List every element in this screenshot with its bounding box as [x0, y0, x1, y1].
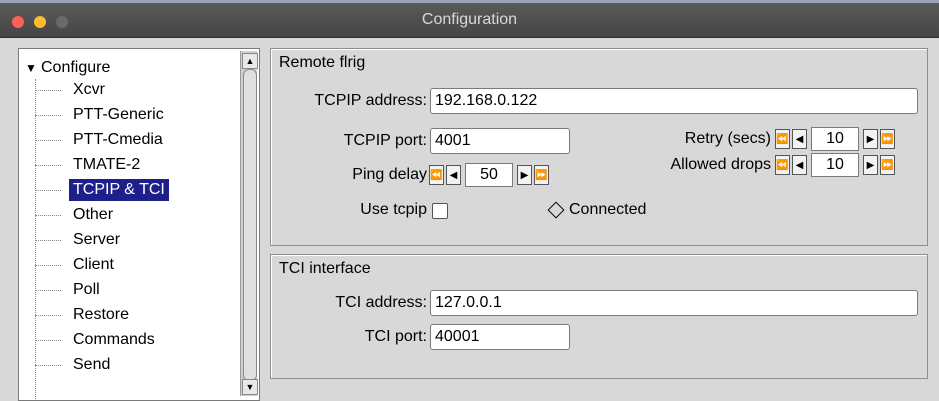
tree-item-commands[interactable]: Commands — [19, 329, 241, 351]
tree-item-label: Restore — [73, 306, 130, 323]
connected-label: Connected — [569, 201, 647, 218]
retry-spinner[interactable]: ⏪ ◀ 10 ▶ ⏩ — [774, 127, 896, 151]
fast-forward-icon[interactable]: ⏩ — [880, 155, 895, 175]
tree-item-tmate-2[interactable]: TMATE-2 — [19, 154, 241, 176]
scroll-thumb[interactable] — [243, 69, 257, 381]
ping-delay-spinner[interactable]: ⏪ ◀ 50 ▶ ⏩ — [428, 163, 550, 187]
tree-item-label: Xcvr — [73, 81, 105, 98]
tree-scrollbar[interactable]: ▲ ▼ — [240, 51, 258, 396]
back-icon[interactable]: ◀ — [446, 165, 461, 185]
tree-item-label: Other — [73, 206, 114, 223]
tci-address-input[interactable] — [430, 290, 918, 316]
config-tree[interactable]: ▼ Configure Xcvr PTT-Generic PTT-Cmedia T… — [18, 48, 260, 401]
tree-item-label: TMATE-2 — [73, 156, 141, 173]
tree-item-label: Commands — [73, 331, 155, 348]
retry-label: Retry (secs) — [684, 130, 771, 147]
tcpip-address-input[interactable] — [430, 88, 918, 114]
tci-interface-title: TCI interface — [279, 260, 371, 277]
retry-value[interactable]: 10 — [811, 127, 859, 151]
fast-forward-icon[interactable]: ⏩ — [534, 165, 549, 185]
remote-flrig-group: Remote flrig TCPIP address: TCPIP port: … — [270, 48, 928, 246]
ping-delay-value[interactable]: 50 — [465, 163, 513, 187]
tree-item-send[interactable]: Send — [19, 354, 241, 376]
tci-address-label: TCI address: — [335, 294, 427, 311]
scroll-up-icon[interactable]: ▲ — [242, 53, 258, 69]
scroll-down-icon[interactable]: ▼ — [242, 379, 258, 395]
tree-item-restore[interactable]: Restore — [19, 304, 241, 326]
connected-indicator-icon — [547, 201, 565, 219]
tci-interface-group: TCI interface TCI address: TCI port: — [270, 254, 928, 379]
tree-item-client[interactable]: Client — [19, 254, 241, 276]
tree-item-label: Poll — [73, 281, 100, 298]
tree-item-other[interactable]: Other — [19, 204, 241, 226]
use-tcpip-checkbox[interactable] — [432, 203, 448, 219]
remote-flrig-title: Remote flrig — [279, 54, 366, 71]
tree-item-poll[interactable]: Poll — [19, 279, 241, 301]
forward-icon[interactable]: ▶ — [517, 165, 532, 185]
tree-item-server[interactable]: Server — [19, 229, 241, 251]
expand-triangle-icon[interactable]: ▼ — [25, 57, 41, 79]
tree-root-label: Configure — [41, 59, 111, 76]
forward-icon[interactable]: ▶ — [863, 129, 878, 149]
fast-forward-icon[interactable]: ⏩ — [880, 129, 895, 149]
tci-port-label: TCI port: — [364, 328, 427, 345]
tree-root[interactable]: ▼ Configure — [25, 57, 110, 79]
tcpip-address-label: TCPIP address: — [314, 92, 427, 109]
tci-port-input[interactable] — [430, 324, 570, 350]
window-title: Configuration — [421, 11, 518, 28]
allowed-drops-spinner[interactable]: ⏪ ◀ 10 ▶ ⏩ — [774, 153, 896, 177]
ping-delay-label: Ping delay — [352, 166, 427, 183]
tree-item-ptt-generic[interactable]: PTT-Generic — [19, 104, 241, 126]
use-tcpip-label: Use tcpip — [360, 201, 427, 218]
tree-item-ptt-cmedia[interactable]: PTT-Cmedia — [19, 129, 241, 151]
allowed-drops-value[interactable]: 10 — [811, 153, 859, 177]
tree-item-label: Send — [73, 356, 111, 373]
forward-icon[interactable]: ▶ — [863, 155, 878, 175]
allowed-drops-label: Allowed drops — [670, 156, 772, 173]
tcpip-port-input[interactable] — [430, 128, 570, 154]
tree-item-label: PTT-Cmedia — [73, 131, 163, 148]
tree-item-label: PTT-Generic — [73, 106, 164, 123]
fast-back-icon[interactable]: ⏪ — [429, 165, 444, 185]
tcpip-port-label: TCPIP port: — [343, 132, 427, 149]
fast-back-icon[interactable]: ⏪ — [775, 155, 790, 175]
tree-item-xcvr[interactable]: Xcvr — [19, 79, 241, 101]
tree-item-tcpip-tci[interactable]: TCPIP & TCI — [19, 178, 241, 202]
tree-item-label: Server — [73, 231, 121, 248]
back-icon[interactable]: ◀ — [792, 129, 807, 149]
tree-item-label: Client — [73, 256, 114, 273]
title-bar: Configuration — [0, 3, 939, 38]
tree-item-label: TCPIP & TCI — [68, 178, 170, 202]
fast-back-icon[interactable]: ⏪ — [775, 129, 790, 149]
back-icon[interactable]: ◀ — [792, 155, 807, 175]
